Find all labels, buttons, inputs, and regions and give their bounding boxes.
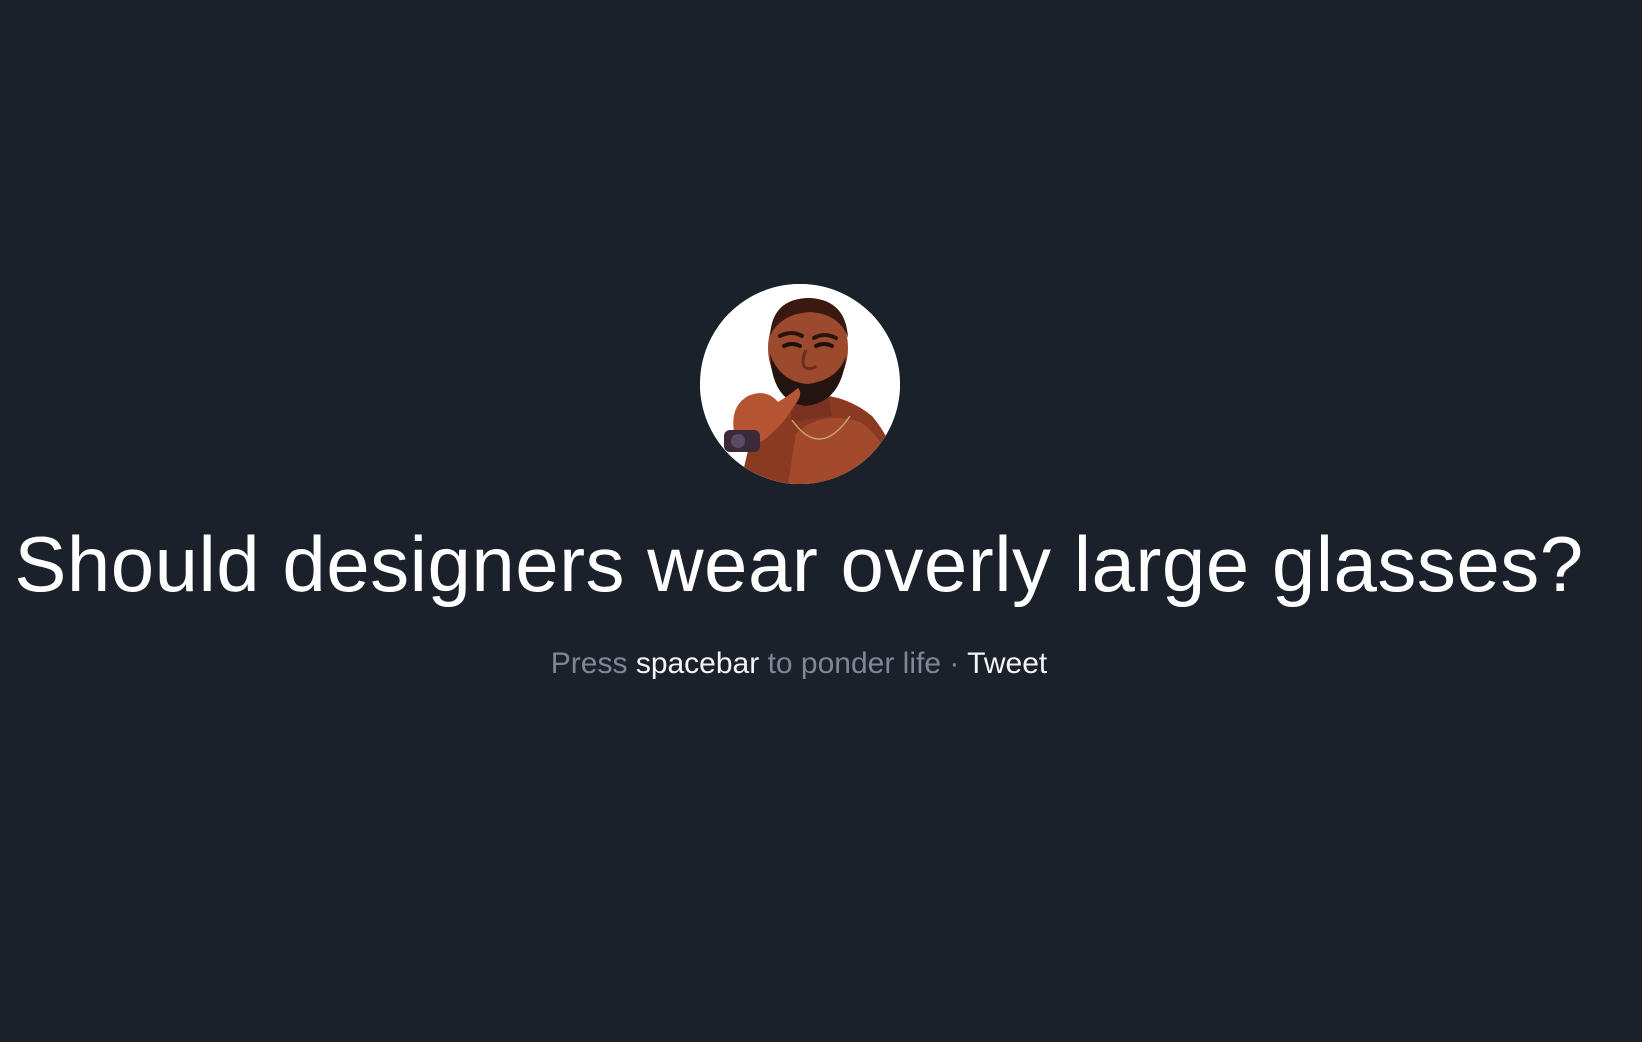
avatar: [700, 284, 900, 484]
page: Should designers wear overly large glass…: [0, 0, 1642, 1042]
instruction-line: Press spacebar to ponder life · Tweet: [0, 642, 1598, 686]
spacebar-key-label: spacebar: [635, 647, 760, 680]
tweet-link[interactable]: Tweet: [967, 647, 1047, 680]
separator-dot: ·: [949, 647, 960, 680]
avatar-image: [700, 284, 900, 484]
question-title: Should designers wear overly large glass…: [14, 520, 1584, 608]
press-text: Press: [550, 647, 628, 680]
ponder-text: to ponder life: [767, 647, 942, 680]
